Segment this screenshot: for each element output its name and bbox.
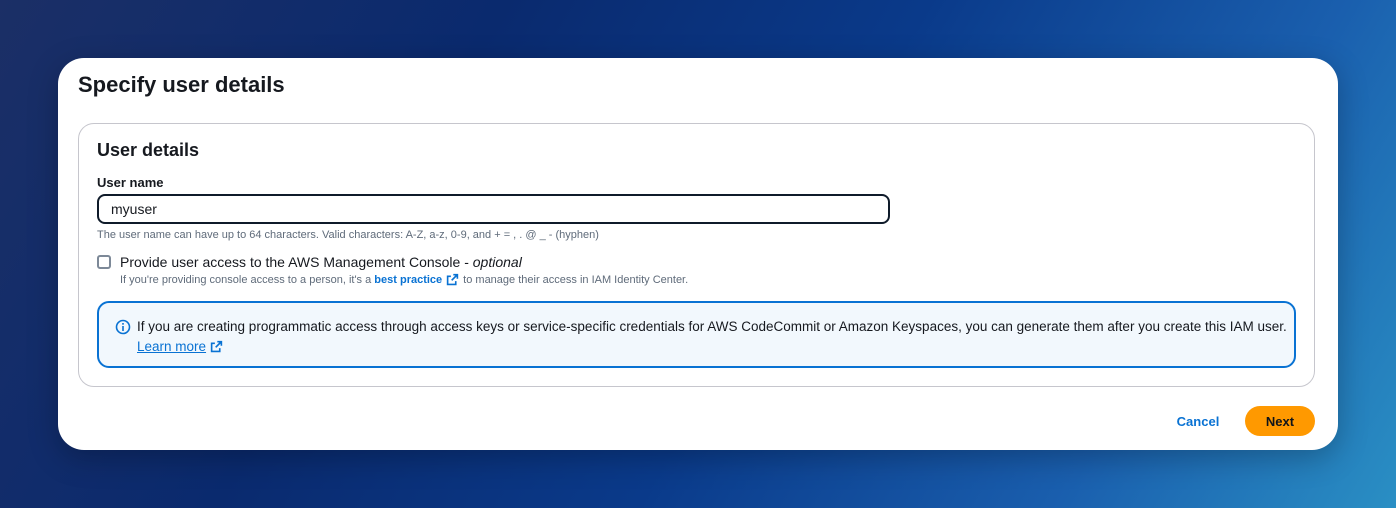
external-link-icon <box>446 273 459 286</box>
console-access-checkbox[interactable] <box>97 255 111 269</box>
best-practice-link[interactable]: best practice <box>374 274 442 286</box>
console-access-description: If you're providing console access to a … <box>120 273 688 286</box>
user-name-label: User name <box>97 175 164 190</box>
info-alert-text: If you are creating programmatic access … <box>137 319 1287 334</box>
console-desc-suffix: to manage their access in IAM Identity C… <box>463 273 689 286</box>
optional-text: optional <box>472 254 522 270</box>
external-link-icon <box>210 340 223 353</box>
console-desc-prefix: If you're providing console access to a … <box>120 273 372 286</box>
learn-more-label: Learn more <box>137 339 207 354</box>
user-details-panel: User details User name The user name can… <box>78 123 1315 387</box>
console-access-label[interactable]: Provide user access to the AWS Managemen… <box>120 254 522 270</box>
user-name-hint: The user name can have up to 64 characte… <box>97 229 599 241</box>
learn-more-link[interactable]: Learn more <box>137 339 227 354</box>
page-title: Specify user details <box>78 72 285 97</box>
console-access-label-text: Provide user access to the AWS Managemen… <box>120 254 473 270</box>
info-icon <box>115 319 131 335</box>
dialog-card: Specify user details User details User n… <box>58 58 1338 450</box>
user-name-input[interactable] <box>97 194 890 224</box>
info-alert: If you are creating programmatic access … <box>97 301 1296 368</box>
next-button[interactable]: Next <box>1245 406 1315 436</box>
panel-title: User details <box>97 140 200 160</box>
cancel-button[interactable]: Cancel <box>1168 409 1228 433</box>
